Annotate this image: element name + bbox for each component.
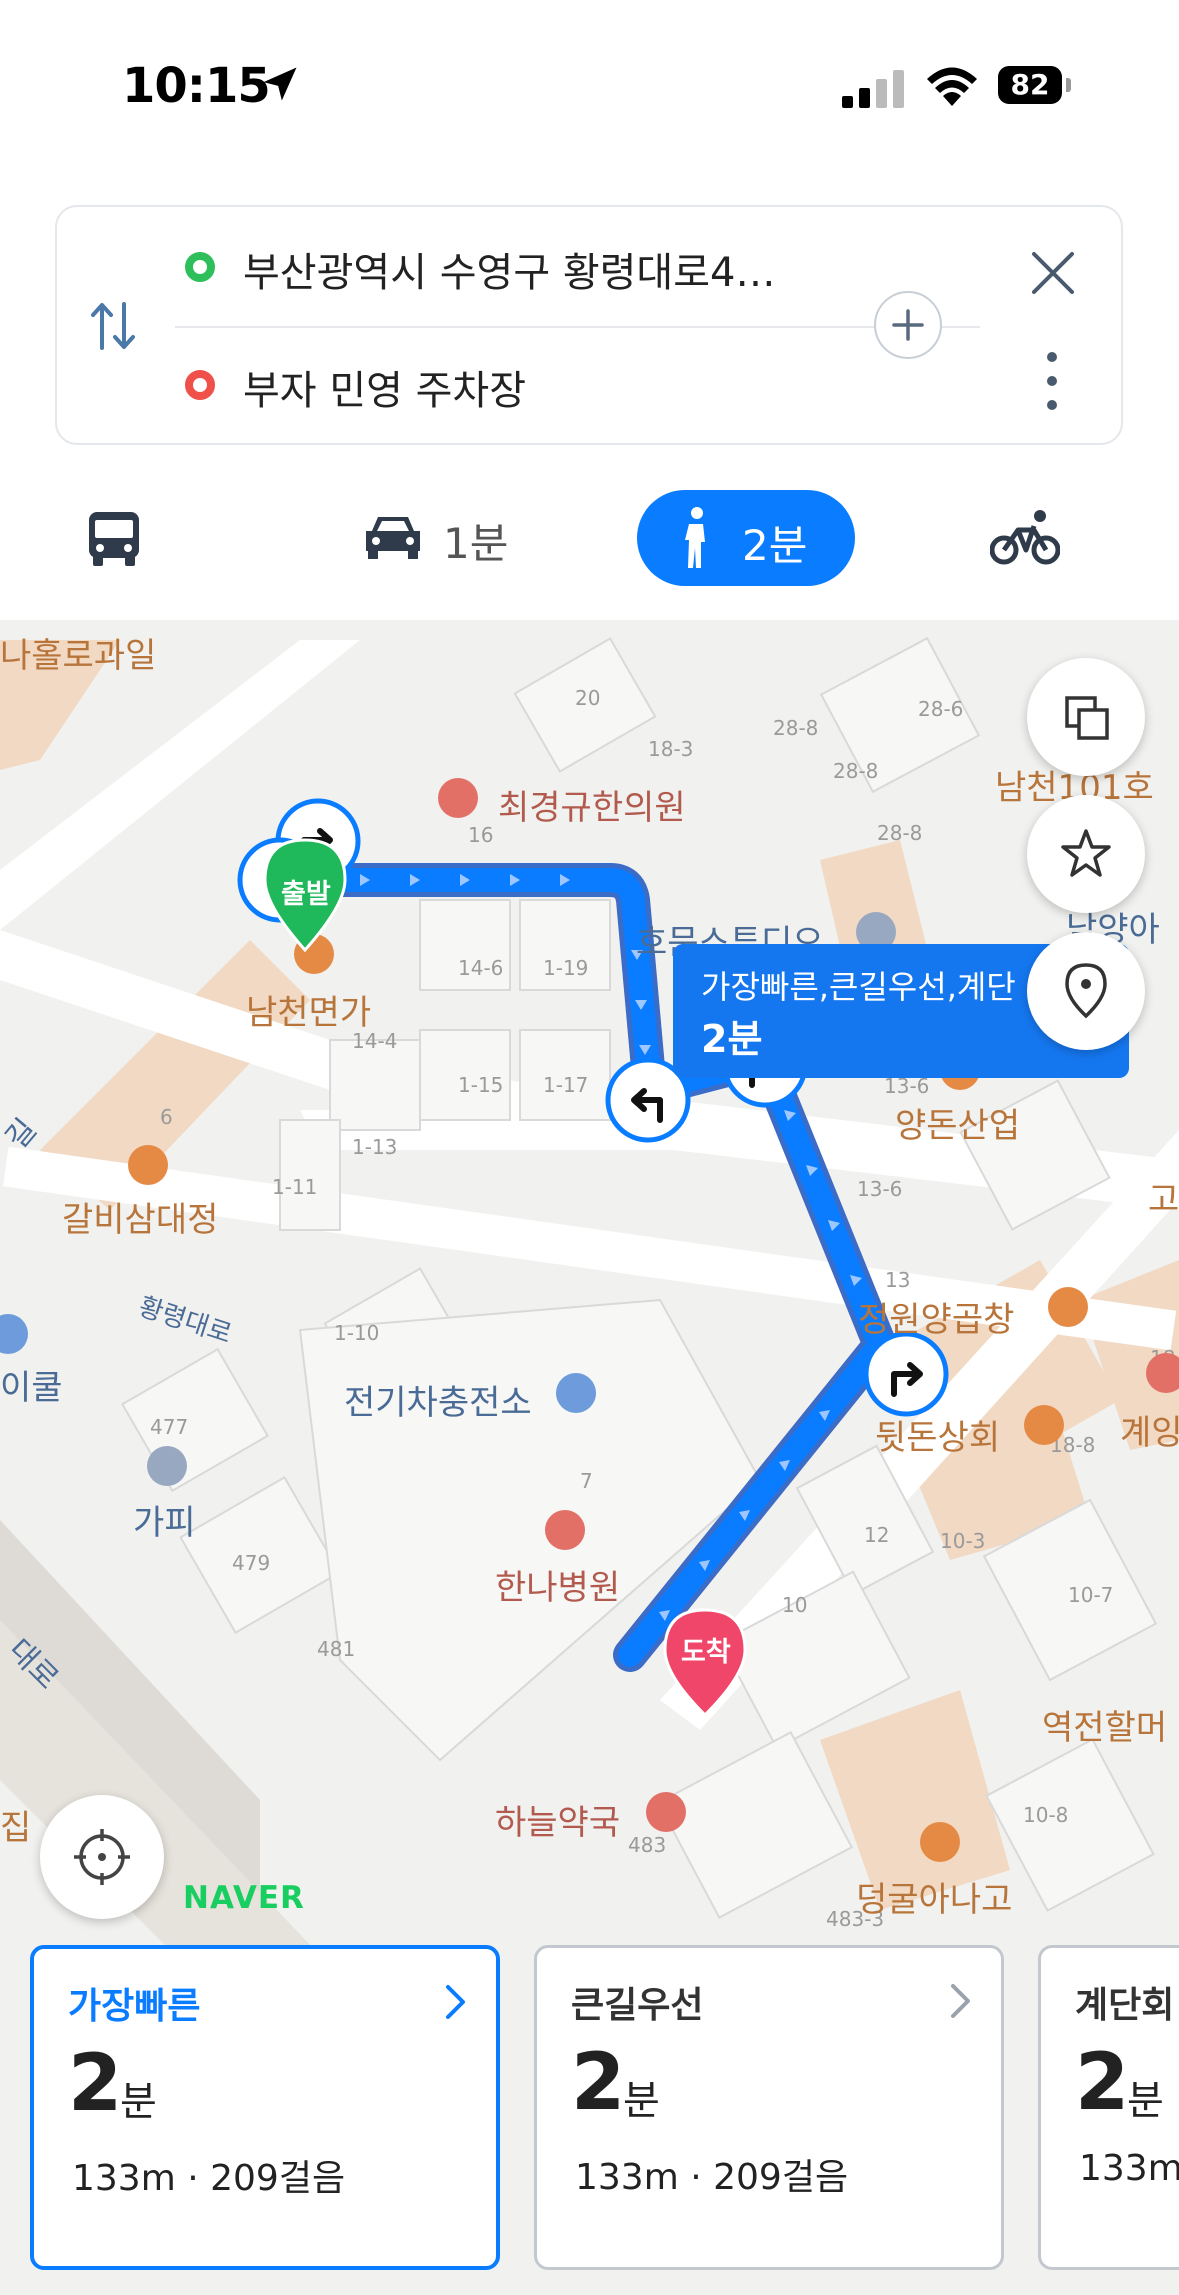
route-card-main-road[interactable]: 큰길우선 2 분 133m · 209걸음 xyxy=(534,1945,1004,2270)
svg-text:28-8: 28-8 xyxy=(877,821,922,845)
poi-label[interactable]: 뒷돈상회 xyxy=(875,1410,1000,1459)
route-card-title: 계단회 xyxy=(1075,1985,1175,2026)
poi-label[interactable]: 고 xyxy=(1148,1172,1179,1221)
svg-text:13: 13 xyxy=(885,1268,910,1292)
svg-text:13-6: 13-6 xyxy=(857,1177,902,1201)
svg-text:10-7: 10-7 xyxy=(1068,1583,1113,1607)
svg-text:28-8: 28-8 xyxy=(833,759,878,783)
poi-label[interactable]: 최경규한의원 xyxy=(498,780,686,829)
route-card-distance: 133m · 209걸음 xyxy=(72,2158,346,2199)
route-card-minutes: 2 xyxy=(571,2038,626,2128)
map-layers-button[interactable] xyxy=(1027,658,1145,776)
svg-text:483: 483 xyxy=(628,1833,666,1857)
route-card-unit: 분 xyxy=(120,2079,157,2125)
poi-label[interactable]: 집 xyxy=(0,1800,31,1849)
svg-text:28-8: 28-8 xyxy=(773,716,818,740)
battery-tip xyxy=(1066,78,1071,92)
location-arrow-icon xyxy=(263,67,297,101)
route-duration-text: 2분 xyxy=(701,1017,763,1061)
svg-text:1-10: 1-10 xyxy=(334,1321,379,1345)
svg-text:1-17: 1-17 xyxy=(543,1073,588,1097)
svg-text:18-3: 18-3 xyxy=(648,737,693,761)
layers-icon xyxy=(1065,696,1109,740)
poi-label[interactable]: 정원양곱창 xyxy=(858,1292,1014,1341)
svg-text:10-8: 10-8 xyxy=(1023,1803,1068,1827)
route-card-title: 큰길우선 xyxy=(571,1985,704,2026)
place-pin-button[interactable] xyxy=(1027,932,1145,1050)
svg-text:1-11: 1-11 xyxy=(272,1175,317,1199)
poi-label[interactable]: 남천면가 xyxy=(246,985,371,1034)
svg-text:6: 6 xyxy=(160,1105,173,1129)
start-address-field[interactable]: 부산광역시 수영구 황령대로4… xyxy=(243,240,775,298)
address-divider xyxy=(175,326,980,328)
end-marker-label: 도착 xyxy=(681,1637,731,1668)
poi-label[interactable]: 한나병원 xyxy=(495,1560,620,1609)
start-marker-label: 출발 xyxy=(281,879,331,910)
status-bar: 10:15 82 xyxy=(0,0,1179,170)
svg-text:10: 10 xyxy=(782,1593,807,1617)
battery-level: 82 xyxy=(998,66,1062,104)
location-pin-icon xyxy=(1065,963,1107,1019)
swap-direction-icon[interactable] xyxy=(90,300,136,352)
wifi-icon xyxy=(927,67,977,106)
favorite-button[interactable] xyxy=(1027,795,1145,913)
clock: 10:15 xyxy=(122,58,271,114)
svg-text:1-19: 1-19 xyxy=(543,956,588,980)
car-mode-time[interactable]: 1분 xyxy=(443,510,508,571)
poi-label[interactable]: 하늘약국 xyxy=(495,1795,620,1844)
route-card-title: 가장빠른 xyxy=(68,1986,201,2027)
crosshair-icon xyxy=(74,1829,130,1885)
poi-label[interactable]: 계잉 xyxy=(1120,1405,1179,1454)
close-icon[interactable] xyxy=(1030,250,1076,296)
svg-text:14-6: 14-6 xyxy=(458,956,503,980)
add-waypoint-button[interactable] xyxy=(874,291,942,359)
svg-text:28-6: 28-6 xyxy=(918,697,963,721)
poi-label[interactable]: 전기차충전소 xyxy=(344,1375,532,1424)
svg-text:479: 479 xyxy=(232,1551,270,1575)
chevron-right-icon xyxy=(951,1984,970,2018)
svg-text:1-13: 1-13 xyxy=(352,1135,397,1159)
route-card-minutes: 2 xyxy=(1075,2038,1130,2128)
route-options-text: 가장빠른,큰길우선,계단 xyxy=(701,968,1016,1006)
svg-text:10-3: 10-3 xyxy=(940,1529,985,1553)
poi-label[interactable]: 덩굴아나고 xyxy=(856,1872,1012,1921)
more-options-icon[interactable] xyxy=(1045,350,1059,412)
poi-label[interactable]: 갈비삼대정 xyxy=(62,1192,218,1241)
star-icon xyxy=(1061,829,1111,877)
current-location-button[interactable] xyxy=(40,1795,164,1919)
svg-text:477: 477 xyxy=(150,1415,188,1439)
svg-text:1-15: 1-15 xyxy=(458,1073,503,1097)
svg-text:12: 12 xyxy=(864,1523,889,1547)
bicycle-mode-icon[interactable] xyxy=(990,508,1060,566)
poi-label[interactable]: 역전할머 xyxy=(1042,1700,1167,1749)
route-card-unit: 분 xyxy=(623,2078,660,2124)
chevron-right-icon xyxy=(446,1985,465,2019)
car-mode-icon[interactable] xyxy=(362,513,424,561)
cellular-signal-icon xyxy=(842,70,904,108)
route-card-distance: 133m · 209걸음 xyxy=(575,2157,849,2198)
svg-text:481: 481 xyxy=(317,1637,355,1661)
svg-text:7: 7 xyxy=(580,1469,593,1493)
route-card-stairs[interactable]: 계단회 2 분 133m xyxy=(1038,1945,1179,2270)
naver-logo: NAVER xyxy=(183,1880,305,1916)
walking-person-icon xyxy=(685,507,705,568)
route-card-distance: 133m xyxy=(1079,2148,1179,2189)
poi-label[interactable]: 이쿨 xyxy=(0,1360,63,1409)
walk-mode-time: 2분 xyxy=(742,521,808,570)
end-point-dot xyxy=(185,370,215,400)
poi-label[interactable]: 가피 xyxy=(133,1495,196,1544)
route-card-minutes: 2 xyxy=(68,2039,123,2129)
plus-icon xyxy=(892,309,924,341)
poi-label[interactable]: 나홀로과일 xyxy=(0,628,156,677)
end-address-field[interactable]: 부자 민영 주차장 xyxy=(243,358,526,416)
svg-text:16: 16 xyxy=(468,823,493,847)
poi-label[interactable]: 양돈산업 xyxy=(895,1098,1020,1147)
bus-mode-icon[interactable] xyxy=(87,510,141,568)
start-point-dot xyxy=(185,252,215,282)
route-card-unit: 분 xyxy=(1127,2078,1164,2124)
svg-text:20: 20 xyxy=(575,686,600,710)
route-card-fastest[interactable]: 가장빠른 2 분 133m · 209걸음 xyxy=(30,1945,500,2270)
